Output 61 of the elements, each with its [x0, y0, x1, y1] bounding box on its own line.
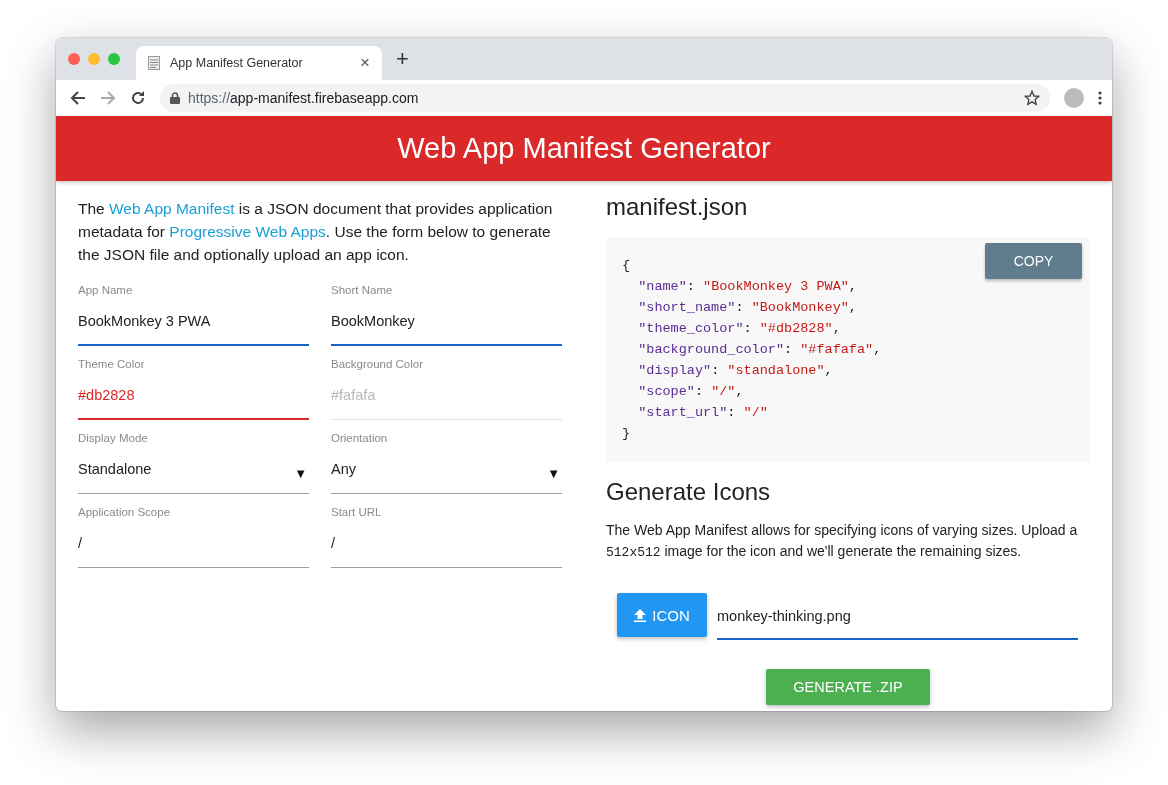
field-label: Orientation [331, 432, 388, 444]
forward-icon[interactable] [100, 90, 116, 106]
code-line: "name": "BookMonkey 3 PWA", [637, 278, 857, 296]
dropdown-arrow: ▼ [547, 466, 560, 481]
field-label: Start URL [331, 506, 382, 518]
menu-icon[interactable] [1098, 91, 1102, 105]
select-field[interactable]: Display Mode Standalone ▼ [78, 422, 309, 494]
upload-icon [634, 608, 647, 622]
new-tab-button[interactable]: + [396, 46, 409, 72]
field-label: Display Mode [78, 432, 148, 444]
description-text: The Web App Manifest allows for specifying icons of varying sizes. Upload a 512x512 image for the icon and we'll generate the remaining sizes. [606, 521, 1079, 562]
avatar-icon[interactable] [1064, 88, 1084, 108]
file-name-field[interactable]: monkey-thinking.png [717, 593, 1078, 640]
lock-icon [170, 92, 180, 104]
tab-close-button[interactable]: × [360, 53, 370, 73]
reload-icon[interactable] [130, 90, 146, 106]
close-window-icon[interactable] [68, 53, 80, 65]
back-icon[interactable] [70, 90, 86, 106]
field-label: Theme Color [78, 358, 145, 370]
code-line: "scope": "/", [637, 383, 744, 401]
input-field[interactable]: Start URL / [331, 496, 562, 568]
input-field[interactable]: Background Color #fafafa [331, 348, 562, 420]
tab-title: App Manifest Generator [170, 56, 304, 70]
minimize-window-icon[interactable] [88, 53, 100, 65]
browser-tab[interactable]: App Manifest Generator × [136, 46, 382, 80]
field-value: BookMonkey 3 PWA [78, 313, 211, 329]
copy-button[interactable]: COPY [985, 243, 1082, 279]
field-label: App Name [78, 284, 133, 296]
page-title: Web App Manifest Generator [397, 132, 771, 165]
field-label: Short Name [331, 284, 393, 296]
code-line: } [622, 425, 631, 443]
code-line: { [622, 257, 631, 275]
field-label: Background Color [331, 358, 424, 370]
url-host: app-manifest.firebaseapp.com [230, 90, 419, 106]
zoom-window-icon[interactable] [108, 53, 120, 65]
code-line: "start_url": "/" [637, 404, 768, 422]
field-value: #db2828 [78, 387, 135, 403]
field-value: Any [331, 461, 356, 477]
star-icon[interactable] [1024, 90, 1040, 106]
field-value: / [78, 535, 83, 551]
code-line: "background_color": "#fafafa", [637, 341, 882, 359]
code-line: "short_name": "BookMonkey", [637, 299, 857, 317]
field-label: Application Scope [78, 506, 171, 518]
code-line: "display": "standalone", [637, 362, 833, 380]
field-value: BookMonkey [331, 313, 415, 329]
code-line: "theme_color": "#db2828", [637, 320, 841, 338]
field-value: #fafafa [331, 387, 376, 403]
section-heading: manifest.json [606, 193, 749, 221]
input-field[interactable]: App Name BookMonkey 3 PWA [78, 274, 309, 346]
address-bar[interactable]: https://app-manifest.firebaseapp.com [160, 84, 1050, 112]
input-field[interactable]: Theme Color #db2828 [78, 348, 309, 420]
input-field[interactable]: Short Name BookMonkey [331, 274, 562, 346]
field-value: / [331, 535, 336, 551]
intro-text: The Web App Manifest is a JSON document that provides application metadata for Progressive Web Apps. Use the form below to generate the JSON file and optionally upload an app icon. [78, 199, 554, 265]
dropdown-arrow: ▼ [294, 466, 307, 481]
field-value: Standalone [78, 461, 152, 477]
select-field[interactable]: Orientation Any ▼ [331, 422, 562, 494]
section-heading: Generate Icons [606, 478, 772, 506]
url-scheme: https:// [188, 90, 231, 106]
document-icon [148, 56, 160, 70]
input-field[interactable]: Application Scope / [78, 496, 309, 568]
